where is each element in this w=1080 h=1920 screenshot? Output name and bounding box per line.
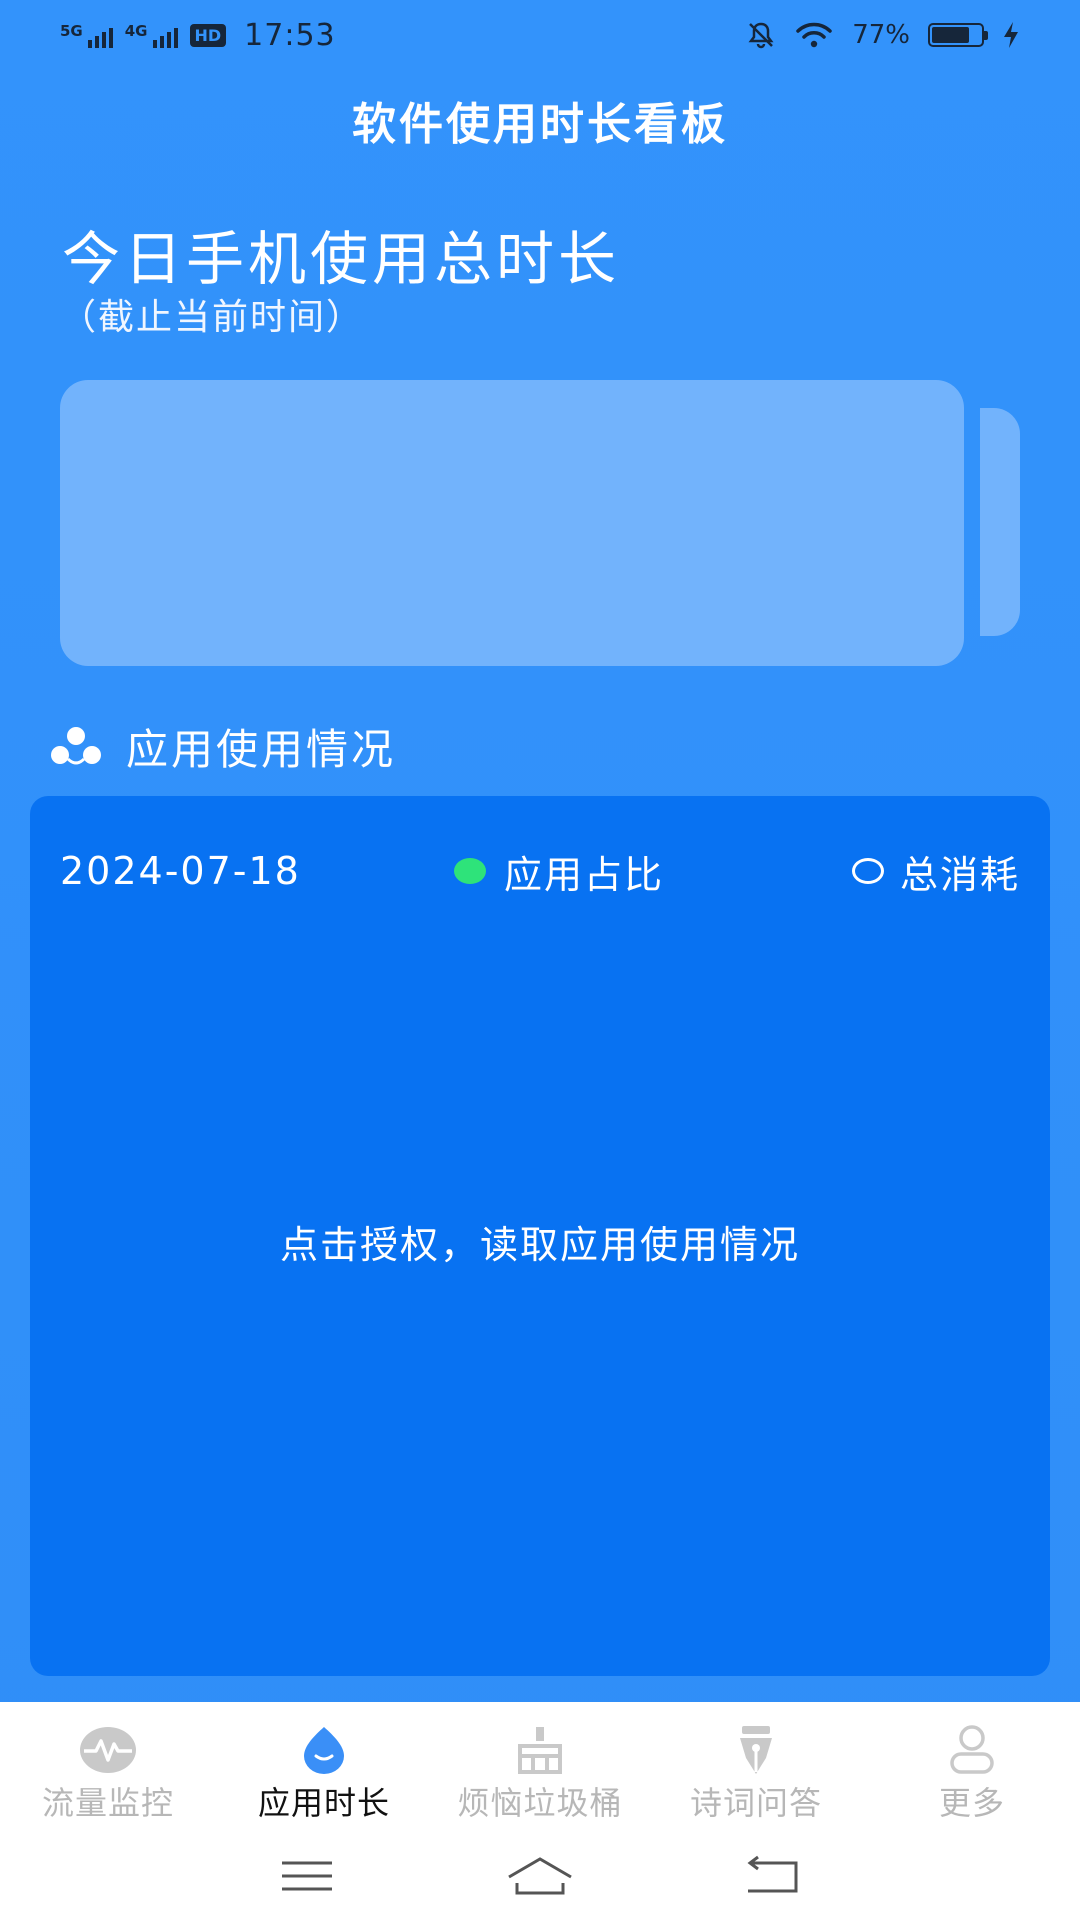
section-header: 应用使用情况: [48, 716, 396, 777]
home-icon[interactable]: [505, 1853, 575, 1899]
mute-bell-icon: [748, 22, 774, 49]
status-bar: 5G 4G HD 17:53 77%: [0, 0, 1080, 70]
system-nav-bar: [0, 1832, 1080, 1920]
signal-4g-icon: 4G: [125, 22, 178, 48]
nav-item-traffic-monitor[interactable]: 流量监控: [0, 1702, 216, 1832]
user-icon: [942, 1724, 1002, 1776]
today-usage-subtitle: （截止当前时间）: [60, 297, 365, 338]
wifi-icon: [796, 22, 832, 48]
nav-label: 应用时长: [257, 1784, 390, 1822]
card-header-row: 2024-07-18 应用占比 总消耗: [60, 844, 1020, 899]
legend-app-share-label: 应用占比: [504, 852, 665, 897]
fountain-pen-icon: [726, 1724, 786, 1776]
nav-item-app-duration[interactable]: 应用时长: [216, 1702, 432, 1832]
usage-battery-graphic: [60, 380, 964, 666]
broom-icon: [510, 1724, 570, 1776]
bottom-nav: 流量监控 应用时长 烦恼垃圾桶 诗词问答 更多: [0, 1702, 1080, 1832]
legend-dot-filled-icon: [454, 858, 486, 884]
nav-label: 流量监控: [41, 1784, 174, 1822]
network-type-label: 5G: [60, 22, 83, 40]
back-icon[interactable]: [738, 1853, 808, 1899]
network-type-label: 4G: [124, 22, 148, 40]
nav-item-worry-bin[interactable]: 烦恼垃圾桶: [432, 1702, 648, 1832]
status-right: 77%: [746, 20, 1020, 50]
legend-total[interactable]: 总消耗: [851, 844, 1020, 899]
nav-label: 烦恼垃圾桶: [457, 1784, 623, 1822]
app-usage-card: 2024-07-18 应用占比 总消耗 点击授权，读取应用使用情况: [30, 796, 1050, 1676]
nav-label: 更多: [938, 1784, 1005, 1822]
nav-item-poetry-quiz[interactable]: 诗词问答: [648, 1702, 864, 1832]
status-left: 5G 4G HD 17:53: [60, 18, 336, 53]
app-screen: 5G 4G HD 17:53 77% 软件使用时长看板 今日手机使用总时长 （截…: [0, 0, 1080, 1920]
nav-label: 诗词问答: [689, 1784, 822, 1822]
page-title: 软件使用时长看板: [352, 99, 728, 150]
usage-battery-cap: [980, 408, 1020, 636]
hd-voice-icon: HD: [189, 23, 227, 47]
charging-bolt-icon: [1004, 22, 1018, 48]
section-title: 应用使用情况: [126, 725, 397, 774]
authorize-prompt-button[interactable]: 点击授权，读取应用使用情况: [30, 1214, 1050, 1269]
today-usage-title: 今日手机使用总时长: [62, 225, 621, 293]
status-time: 17:53: [244, 17, 336, 53]
legend-total-label: 总消耗: [899, 852, 1020, 897]
pulse-icon: [78, 1724, 138, 1776]
legend-dot-open-icon: [851, 858, 884, 884]
signal-5g-icon: 5G: [60, 22, 113, 48]
battery-percentage: 77%: [852, 20, 910, 50]
card-date[interactable]: 2024-07-18: [60, 849, 301, 893]
battery-icon: [928, 23, 988, 47]
menu-icon[interactable]: [272, 1853, 342, 1899]
legend-app-share[interactable]: 应用占比: [454, 844, 664, 899]
nav-item-more[interactable]: 更多: [864, 1702, 1080, 1832]
app-cluster-icon: [51, 726, 101, 764]
water-drop-icon: [294, 1724, 354, 1776]
